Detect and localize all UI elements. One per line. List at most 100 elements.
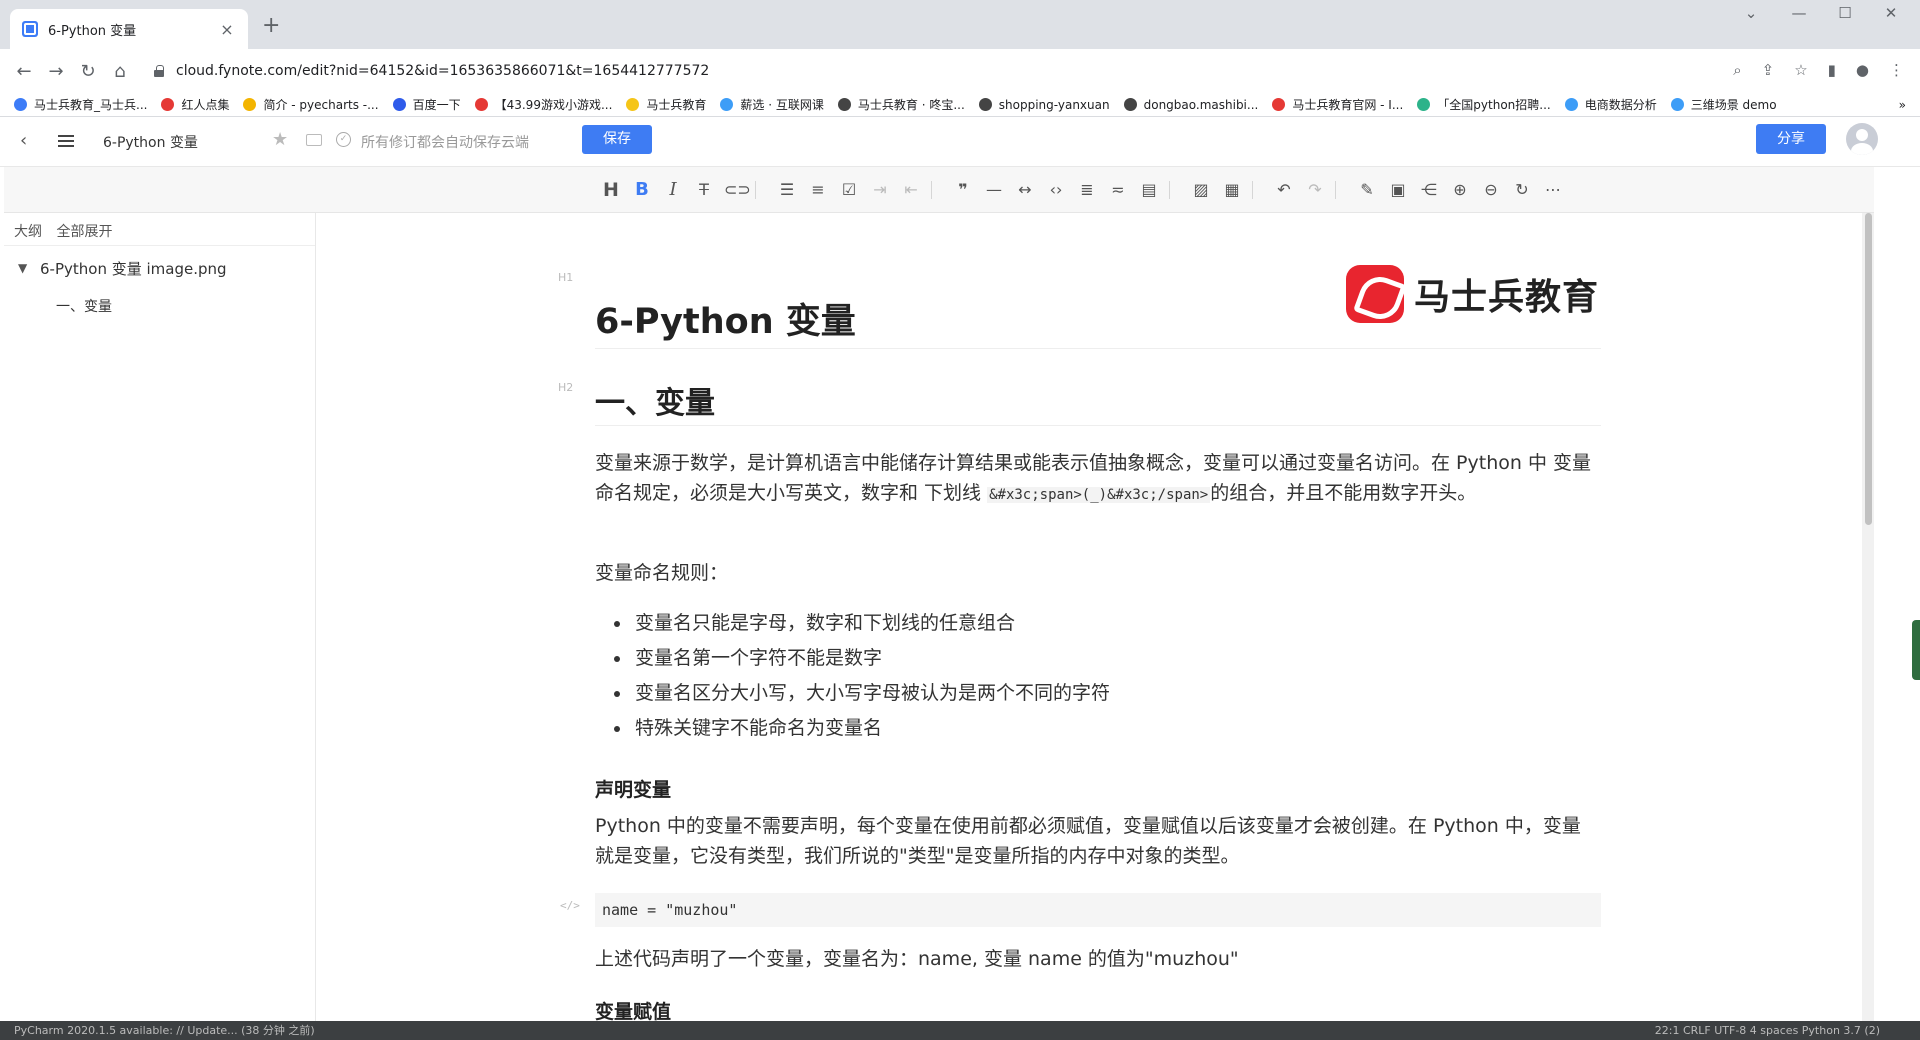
- new-tab-button[interactable]: +: [262, 13, 280, 38]
- inline-code-icon[interactable]: ↔: [1014, 179, 1036, 201]
- bookmark-item[interactable]: 简介 - pyecharts -...: [243, 96, 379, 113]
- url-text[interactable]: cloud.fynote.com/edit?nid=64152&id=16536…: [176, 63, 709, 79]
- code-explain-paragraph[interactable]: 上述代码声明了一个变量，变量名为：name, 变量 name 的值为"muzho…: [595, 944, 1595, 974]
- outline-item-section[interactable]: 一、变量: [56, 296, 112, 316]
- list-item[interactable]: 特殊关键字不能命名为变量名: [595, 711, 1595, 746]
- bookmark-label: 简介 - pyecharts -...: [263, 98, 379, 112]
- avatar[interactable]: [1846, 123, 1878, 155]
- bookmark-item[interactable]: dongbao.mashibi...: [1123, 98, 1258, 112]
- refresh-icon[interactable]: ↻: [1511, 179, 1533, 201]
- declare-paragraph[interactable]: Python 中的变量不需要声明，每个变量在使用前都必须赋值，变量赋值以后该变量…: [595, 811, 1595, 871]
- align-icon[interactable]: ≣: [1076, 179, 1098, 201]
- address-bar[interactable]: cloud.fynote.com/edit?nid=64152&id=16536…: [146, 55, 1806, 87]
- profile-icon[interactable]: ●: [1856, 61, 1869, 79]
- table-icon[interactable]: ▦: [1221, 179, 1243, 201]
- share-button[interactable]: 分享: [1756, 124, 1826, 154]
- template-icon[interactable]: ▣: [1387, 179, 1409, 201]
- browser-tab[interactable]: 6-Python 变量 ×: [10, 9, 248, 49]
- zoom-in-icon[interactable]: ⊕: [1449, 179, 1471, 201]
- zoom-icon[interactable]: ⌕: [1733, 61, 1741, 79]
- expand-all-button[interactable]: 全部展开: [56, 224, 112, 240]
- bookmark-item[interactable]: 马士兵教育: [626, 96, 706, 113]
- bookmark-item[interactable]: 红人点集: [161, 96, 229, 113]
- mindmap-icon[interactable]: ⋲: [1418, 179, 1440, 201]
- bookmark-star-icon[interactable]: ☆: [1794, 61, 1807, 79]
- code-block[interactable]: name = "muzhou": [595, 893, 1601, 927]
- bookmark-item[interactable]: 【43.99游戏小游戏...: [474, 96, 612, 113]
- bookmark-item[interactable]: 三维场景 demo: [1670, 96, 1777, 113]
- tab-close-icon[interactable]: ×: [218, 20, 236, 39]
- home-icon[interactable]: ⌂: [104, 61, 136, 82]
- scroll-thumb[interactable]: [1865, 213, 1872, 525]
- document-title[interactable]: 6-Python 变量: [103, 132, 198, 152]
- quote-icon[interactable]: ❞: [952, 179, 974, 201]
- folder-icon[interactable]: [306, 134, 322, 146]
- ordered-list-icon[interactable]: ≡: [807, 179, 829, 201]
- undo-icon[interactable]: ↶: [1273, 179, 1295, 201]
- bookmark-favicon-icon: [474, 98, 488, 111]
- link-icon[interactable]: ⊂⊃: [724, 179, 751, 201]
- maximize-icon[interactable]: ☐: [1822, 4, 1868, 22]
- indent-icon[interactable]: ⇥: [869, 179, 891, 201]
- bookmark-item[interactable]: shopping-yanxuan: [978, 98, 1110, 112]
- outline-label: 大纲: [14, 224, 42, 240]
- sidepanel-icon[interactable]: ▮: [1828, 61, 1836, 79]
- horizontal-rule-icon[interactable]: —: [983, 179, 1005, 201]
- doc-heading-2[interactable]: 一、变量: [595, 378, 715, 422]
- reload-icon[interactable]: ↻: [72, 61, 104, 82]
- back-arrow-icon[interactable]: ←: [8, 61, 40, 82]
- list-item[interactable]: 变量名只能是字母，数字和下划线的任意组合: [595, 606, 1595, 641]
- outdent-icon[interactable]: ⇤: [900, 179, 922, 201]
- bookmarks-bar: 马士兵教育_马士兵... 红人点集 简介 - pyecharts -... 百度一下 【…: [0, 93, 1920, 117]
- bookmark-favicon-icon: [243, 98, 257, 111]
- bookmark-item[interactable]: 马士兵教育官网 - I...: [1272, 96, 1403, 113]
- minimize-icon[interactable]: —: [1776, 4, 1822, 22]
- forward-arrow-icon[interactable]: →: [40, 61, 72, 82]
- code-block-icon[interactable]: ‹›: [1045, 179, 1067, 201]
- bookmark-item[interactable]: 百度一下: [392, 96, 461, 113]
- side-handle[interactable]: [1912, 620, 1920, 680]
- share-page-icon[interactable]: ⇪: [1762, 61, 1775, 79]
- intro-paragraph[interactable]: 变量来源于数学，是计算机语言中能储存计算结果或能表示值抽象概念，变量可以通过变量…: [595, 448, 1595, 510]
- rules-heading[interactable]: 变量命名规则：: [595, 558, 1595, 588]
- tab-search-icon[interactable]: ⌄: [1728, 4, 1774, 22]
- document-scrollbar[interactable]: [1862, 213, 1874, 1021]
- zoom-out-icon[interactable]: ⊖: [1480, 179, 1502, 201]
- bookmark-label: 薪选 · 互联网课: [740, 98, 824, 112]
- tab-title: 6-Python 变量: [48, 23, 137, 39]
- browser-menu-icon[interactable]: ⋮: [1889, 61, 1904, 79]
- bookmarks-more-icon[interactable]: »: [1899, 98, 1906, 112]
- doc-heading-1[interactable]: 6-Python 变量: [595, 293, 856, 344]
- heading-icon[interactable]: H: [600, 179, 622, 201]
- bookmark-item[interactable]: 薪选 · 互联网课: [720, 96, 824, 113]
- edit-pencil-icon[interactable]: ✎: [1356, 179, 1378, 201]
- doc-heading-assign[interactable]: 变量赋值: [595, 997, 671, 1021]
- italic-icon[interactable]: I: [662, 179, 684, 201]
- chevron-down-icon[interactable]: ▼: [18, 261, 27, 275]
- bold-icon[interactable]: B: [631, 179, 653, 201]
- bullet-list-icon[interactable]: ☰: [776, 179, 798, 201]
- save-button[interactable]: 保存: [582, 125, 652, 154]
- formula-icon[interactable]: ▤: [1138, 179, 1160, 201]
- bookmark-item[interactable]: 马士兵教育_马士兵...: [14, 96, 147, 113]
- format-clear-icon[interactable]: ≂: [1107, 179, 1129, 201]
- image-icon[interactable]: ▨: [1190, 179, 1212, 201]
- window-close-icon[interactable]: ✕: [1868, 4, 1914, 22]
- strikethrough-icon[interactable]: T: [693, 179, 715, 201]
- document-canvas[interactable]: H1 6-Python 变量 马士兵教育 H2 一、变量 变量来源于数学，是计算…: [316, 213, 1866, 1021]
- bookmark-item[interactable]: 电商数据分析: [1564, 96, 1657, 113]
- lock-icon[interactable]: [154, 65, 164, 77]
- menu-icon[interactable]: [58, 135, 74, 147]
- list-item[interactable]: 变量名区分大小写，大小写字母被认为是两个不同的字符: [595, 676, 1595, 711]
- bookmark-item[interactable]: 「全国python招聘...: [1417, 96, 1551, 113]
- bookmark-label: 红人点集: [181, 98, 230, 112]
- redo-icon[interactable]: ↷: [1304, 179, 1326, 201]
- doc-heading-declare[interactable]: 声明变量: [595, 775, 671, 802]
- outline-item-title[interactable]: 6-Python 变量 image.png: [40, 258, 227, 279]
- back-chevron-icon[interactable]: ‹: [20, 130, 27, 151]
- favorite-star-icon[interactable]: ★: [272, 129, 288, 150]
- list-item[interactable]: 变量名第一个字符不能是数字: [595, 641, 1595, 676]
- bookmark-item[interactable]: 马士兵教育 · 咚宝...: [837, 96, 965, 113]
- checklist-icon[interactable]: ☑: [838, 179, 860, 201]
- more-icon[interactable]: ⋯: [1542, 179, 1564, 201]
